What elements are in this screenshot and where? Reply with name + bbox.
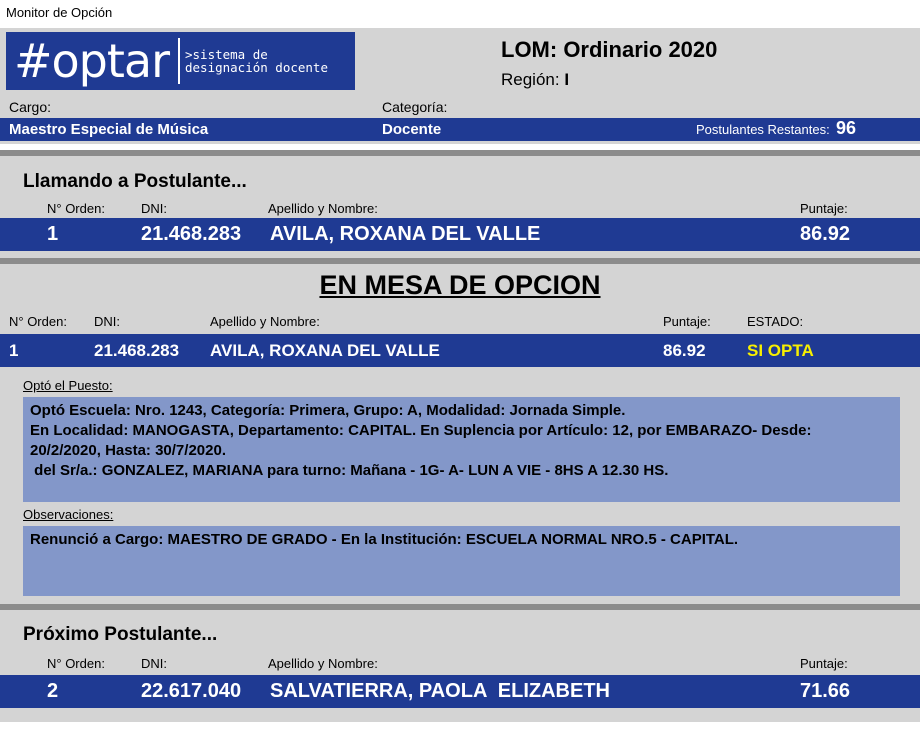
mesa-dni: 21.468.283 bbox=[94, 341, 180, 360]
next-title: Próximo Postulante... bbox=[23, 624, 218, 645]
lom-title: LOM: Ordinario 2020 bbox=[501, 37, 718, 62]
cargo-bar: Maestro Especial de Música Docente Postu… bbox=[0, 118, 920, 141]
opto-line: En Localidad: MANOGASTA, Departamento: C… bbox=[30, 422, 812, 439]
opto-box: Optó Escuela: Nro. 1243, Categoría: Prim… bbox=[23, 397, 900, 502]
opto-label: Optó el Puesto: bbox=[23, 378, 113, 393]
region-label: Región: bbox=[501, 70, 560, 89]
mesa-puntaje: 86.92 bbox=[663, 341, 706, 360]
calling-header-orden: N° Orden: bbox=[47, 201, 105, 216]
logo-mark: #optar bbox=[14, 34, 170, 88]
mesa-header-estado: ESTADO: bbox=[747, 314, 804, 329]
calling-header-puntaje: Puntaje: bbox=[800, 201, 848, 216]
window-title: Monitor de Opción bbox=[6, 5, 113, 20]
obs-label: Observaciones: bbox=[23, 507, 114, 522]
opto-line: 20/2/2020, Hasta: 30/7/2020. bbox=[30, 442, 226, 459]
optar-logo: #optar >sistema de designación docente bbox=[6, 32, 355, 90]
logo-separator bbox=[178, 38, 180, 84]
restantes-label: Postulantes Restantes: bbox=[696, 122, 830, 137]
categoria-label: Categoría: bbox=[382, 99, 448, 115]
calling-header-nombre: Apellido y Nombre: bbox=[268, 201, 378, 216]
next-dni: 22.617.040 bbox=[141, 680, 242, 702]
opto-line: del Sr/a.: GONZALEZ, MARIANA para turno:… bbox=[30, 462, 669, 479]
calling-dni: 21.468.283 bbox=[141, 223, 242, 245]
next-puntaje: 71.66 bbox=[800, 680, 851, 702]
calling-nombre: AVILA, ROXANA DEL VALLE bbox=[270, 223, 541, 245]
mesa-row: 1 21.468.283 AVILA, ROXANA DEL VALLE 86.… bbox=[0, 334, 920, 367]
next-header-puntaje: Puntaje: bbox=[800, 656, 848, 671]
obs-text: Renunció a Cargo: MAESTRO DE GRADO - En … bbox=[30, 531, 739, 548]
mesa-orden: 1 bbox=[9, 341, 19, 360]
next-header-dni: DNI: bbox=[141, 656, 167, 671]
mesa-header-dni: DNI: bbox=[94, 314, 120, 329]
obs-box: Renunció a Cargo: MAESTRO DE GRADO - En … bbox=[23, 526, 900, 596]
next-header-nombre: Apellido y Nombre: bbox=[268, 656, 378, 671]
calling-header-dni: DNI: bbox=[141, 201, 167, 216]
categoria-value: Docente bbox=[382, 121, 442, 138]
next-row: 2 22.617.040 SALVATIERRA, PAOLA ELIZABET… bbox=[0, 675, 920, 708]
region-value: I bbox=[564, 70, 570, 89]
calling-orden: 1 bbox=[47, 223, 59, 245]
cargo-value: Maestro Especial de Música bbox=[9, 121, 209, 138]
mesa-panel: EN MESA DE OPCION N° Orden: DNI: Apellid… bbox=[0, 264, 920, 604]
mesa-estado-badge: SI OPTA bbox=[747, 341, 814, 360]
calling-title: Llamando a Postulante... bbox=[23, 171, 247, 192]
mesa-header-orden: N° Orden: bbox=[9, 314, 67, 329]
window-titlebar: Monitor de Opción bbox=[0, 0, 920, 28]
mesa-title: EN MESA DE OPCION bbox=[319, 270, 601, 300]
logo-tagline: >sistema de designación docente bbox=[185, 47, 328, 75]
next-nombre: SALVATIERRA, PAOLA ELIZABETH bbox=[270, 680, 610, 702]
next-header-orden: N° Orden: bbox=[47, 656, 105, 671]
calling-puntaje: 86.92 bbox=[800, 223, 851, 245]
region-line: Región: I bbox=[501, 70, 569, 90]
next-orden: 2 bbox=[47, 680, 59, 702]
mesa-nombre: AVILA, ROXANA DEL VALLE bbox=[210, 341, 440, 360]
restantes-count: 96 bbox=[836, 118, 857, 138]
mesa-header-nombre: Apellido y Nombre: bbox=[210, 314, 320, 329]
calling-row: 1 21.468.283 AVILA, ROXANA DEL VALLE 86.… bbox=[0, 218, 920, 251]
opto-line: Optó Escuela: Nro. 1243, Categoría: Prim… bbox=[30, 402, 626, 419]
cargo-label: Cargo: bbox=[9, 99, 52, 115]
mesa-header-puntaje: Puntaje: bbox=[663, 314, 711, 329]
